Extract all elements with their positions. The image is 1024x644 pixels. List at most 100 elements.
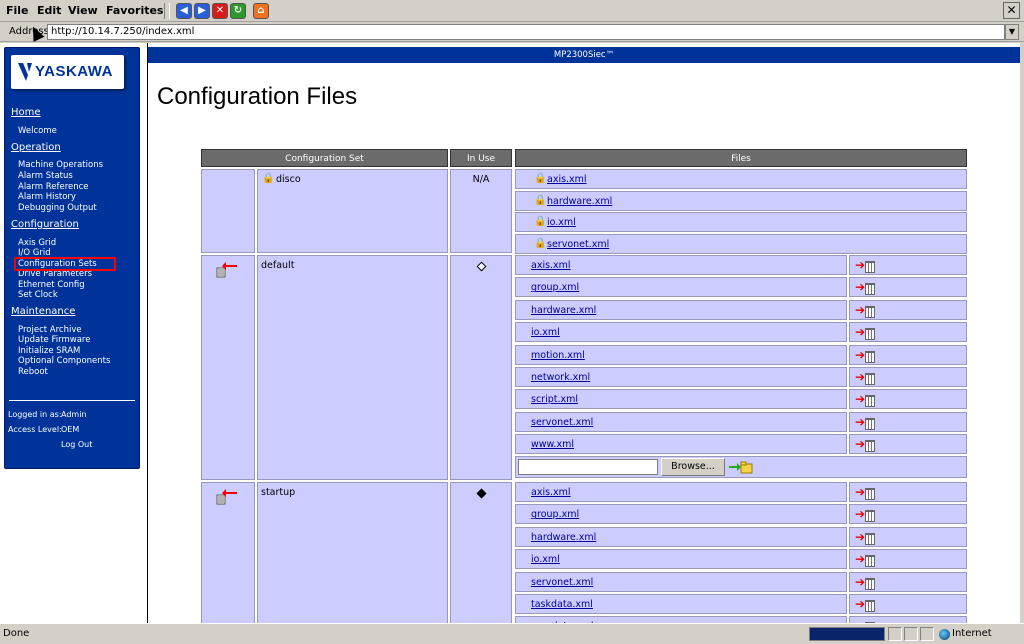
file-link[interactable]: hardware.xml	[547, 196, 612, 207]
file-link[interactable]: script.xml	[531, 394, 578, 405]
file-link[interactable]: servonet.xml	[547, 239, 609, 250]
logout-link[interactable]: Log Out	[61, 440, 92, 449]
file-row: axis.xml	[515, 482, 847, 502]
sidebar-item-welcome[interactable]: Welcome	[18, 126, 57, 136]
menu-bar: File Edit View Favorites ◀ ▶ ✕ ↻ ⌂ ✕	[0, 0, 1024, 22]
file-link[interactable]: axis.xml	[531, 487, 571, 498]
file-action-cell: ➔	[849, 411, 967, 432]
trash-icon[interactable]	[865, 440, 875, 453]
file-row: servonet.xml	[515, 411, 847, 432]
file-link[interactable]: www.xml	[531, 439, 574, 450]
file-action-cell: ➔	[849, 482, 967, 502]
in-use-radio[interactable]	[476, 261, 487, 272]
trash-icon[interactable]	[865, 417, 875, 430]
file-link[interactable]: group.xml	[531, 282, 579, 293]
status-pane	[920, 627, 934, 641]
move-arrow-icon[interactable]: ➔	[855, 326, 865, 338]
globe-icon	[939, 629, 950, 640]
trash-icon[interactable]	[865, 577, 875, 590]
file-path-input[interactable]	[518, 459, 658, 475]
sidebar-item-alarm-reference[interactable]: Alarm Reference	[18, 182, 89, 192]
file-action-cell: ➔	[849, 367, 967, 387]
back-icon[interactable]: ◀	[176, 3, 192, 19]
stop-icon[interactable]: ✕	[212, 3, 228, 19]
trash-icon[interactable]	[865, 373, 875, 385]
move-arrow-icon[interactable]: ➔	[855, 438, 865, 450]
menu-view[interactable]: View	[68, 4, 98, 17]
file-link[interactable]: hardware.xml	[531, 305, 596, 316]
trash-icon[interactable]	[865, 305, 875, 318]
file-action-cell: ➔	[849, 434, 967, 455]
menu-favorites[interactable]: Favorites	[106, 4, 163, 17]
file-link[interactable]: network.xml	[531, 372, 590, 383]
move-arrow-icon[interactable]: ➔	[855, 598, 865, 610]
sidebar-section-home[interactable]: Home	[11, 107, 41, 118]
sidebar-section-configuration[interactable]: Configuration	[11, 219, 79, 230]
trash-icon[interactable]	[865, 488, 875, 500]
sidebar-item-axis-grid[interactable]: Axis Grid	[18, 238, 56, 248]
file-row: taskdata.xml	[515, 594, 847, 614]
file-link[interactable]: io.xml	[531, 327, 560, 338]
move-arrow-icon[interactable]: ➔	[855, 393, 865, 405]
move-arrow-icon[interactable]: ➔	[855, 553, 865, 565]
sidebar-item-set-clock[interactable]: Set Clock	[18, 290, 58, 300]
in-use-radio-selected[interactable]	[476, 488, 487, 499]
address-dropdown-icon[interactable]: ▼	[1005, 24, 1019, 40]
trash-icon[interactable]	[865, 328, 875, 341]
move-arrow-icon[interactable]: ➔	[855, 486, 865, 498]
delete-set-icon[interactable]	[216, 262, 238, 278]
sidebar-item-machine-operations[interactable]: Machine Operations	[18, 160, 103, 170]
file-action-cell: ➔	[849, 322, 967, 343]
trash-icon[interactable]	[865, 283, 875, 296]
move-arrow-icon[interactable]: ➔	[855, 576, 865, 588]
file-link[interactable]: group.xml	[531, 509, 579, 520]
file-link[interactable]: io.xml	[531, 554, 560, 565]
refresh-icon[interactable]: ↻	[230, 3, 246, 19]
close-window-button[interactable]: ✕	[1003, 2, 1020, 19]
file-link[interactable]: taskdata.xml	[531, 599, 593, 610]
trash-icon[interactable]	[865, 532, 875, 545]
home-icon[interactable]: ⌂	[253, 3, 269, 19]
trash-icon[interactable]	[865, 350, 875, 363]
sidebar-item-reboot[interactable]: Reboot	[18, 367, 48, 377]
sidebar-item-debugging-output[interactable]: Debugging Output	[18, 203, 97, 213]
file-link[interactable]: servonet.xml	[531, 577, 593, 588]
move-arrow-icon[interactable]: ➔	[855, 304, 865, 316]
delete-set-icon[interactable]	[216, 489, 238, 505]
file-link[interactable]: axis.xml	[547, 174, 587, 185]
move-arrow-icon[interactable]: ➔	[855, 531, 865, 543]
address-input[interactable]: http://10.14.7.250/index.xml	[47, 24, 1005, 40]
sidebar-section-maintenance[interactable]: Maintenance	[11, 306, 75, 317]
file-row: 🔒 axis.xml	[515, 169, 967, 189]
trash-icon[interactable]	[865, 261, 875, 273]
sidebar-item-ethernet-config[interactable]: Ethernet Config	[18, 280, 85, 290]
trash-icon[interactable]	[865, 395, 875, 408]
sidebar-item-optional-components[interactable]: Optional Components	[18, 356, 110, 366]
sidebar-item-alarm-status[interactable]: Alarm Status	[18, 171, 73, 181]
vertical-scrollbar[interactable]	[1020, 43, 1024, 623]
move-arrow-icon[interactable]: ➔	[855, 349, 865, 361]
move-arrow-icon[interactable]: ➔	[855, 508, 865, 520]
file-link[interactable]: hardware.xml	[531, 532, 596, 543]
file-link[interactable]: motion.xml	[531, 350, 585, 361]
move-arrow-icon[interactable]: ➔	[855, 259, 865, 271]
trash-icon[interactable]	[865, 555, 875, 568]
sidebar-section-operation[interactable]: Operation	[11, 142, 61, 153]
file-link[interactable]: axis.xml	[531, 260, 571, 271]
file-link[interactable]: io.xml	[547, 217, 576, 228]
browse-button[interactable]: Browse...	[661, 458, 725, 476]
trash-icon[interactable]	[865, 600, 875, 612]
upload-folder-icon[interactable]	[729, 461, 753, 474]
sidebar-item-update-firmware[interactable]: Update Firmware	[18, 335, 90, 345]
sidebar-item-project-archive[interactable]: Project Archive	[18, 325, 82, 335]
menu-file[interactable]: File	[6, 4, 29, 17]
file-link[interactable]: servonet.xml	[531, 417, 593, 428]
move-arrow-icon[interactable]: ➔	[855, 416, 865, 428]
move-arrow-icon[interactable]: ➔	[855, 371, 865, 383]
sidebar-item-alarm-history[interactable]: Alarm History	[18, 192, 76, 202]
move-arrow-icon[interactable]: ➔	[855, 281, 865, 293]
forward-icon[interactable]: ▶	[194, 3, 210, 19]
menu-edit[interactable]: Edit	[37, 4, 61, 17]
trash-icon[interactable]	[865, 510, 875, 523]
sidebar-item-initialize-sram[interactable]: Initialize SRAM	[18, 346, 80, 356]
